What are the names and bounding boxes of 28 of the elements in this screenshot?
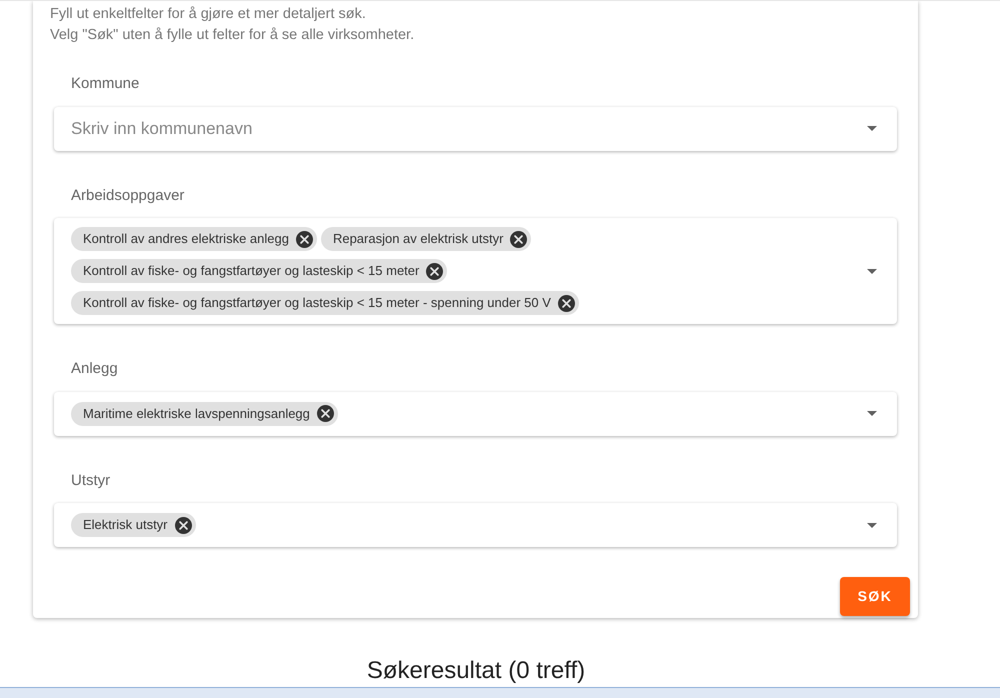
field-label: Kommune xyxy=(71,74,140,94)
remove-icon[interactable] xyxy=(426,262,444,280)
field-label: Arbeidsoppgaver xyxy=(71,186,186,206)
remove-icon[interactable] xyxy=(510,230,528,248)
select-field[interactable]: Skriv inn kommunenavn xyxy=(54,106,897,150)
field-placeholder: Skriv inn kommunenavn xyxy=(71,118,252,140)
field-label: Utstyr xyxy=(71,470,112,490)
select-field[interactable]: Elektrisk utstyr xyxy=(54,503,897,547)
results-heading: Søkeresultat (0 treff) xyxy=(366,656,586,686)
field-label: Anlegg xyxy=(71,359,119,379)
remove-icon[interactable] xyxy=(174,516,192,534)
select-field[interactable] xyxy=(54,218,897,324)
dropdown-caret-icon[interactable] xyxy=(867,522,877,528)
remove-icon[interactable] xyxy=(296,230,313,248)
selected-chip[interactable]: Elektrisk utstyr xyxy=(71,513,196,537)
intro-text: Fyll ut enkeltfelter for å gjøre et mer detaljert søk. xyxy=(50,5,367,24)
dropdown-caret-icon[interactable] xyxy=(867,126,877,131)
select-field[interactable]: Maritime elektriske lavspenningsanlegg xyxy=(54,392,897,436)
dropdown-caret-icon[interactable] xyxy=(867,268,877,274)
remove-icon[interactable] xyxy=(316,405,334,422)
selected-chip[interactable]: Kontroll av fiske- og fangstfartøyer og lasteskip < 15 meter xyxy=(71,259,448,283)
selected-chip[interactable]: Kontroll av andres elektriske anlegg xyxy=(71,227,317,251)
selected-chip[interactable]: Reparasjon av elektrisk utstyr xyxy=(320,227,532,251)
remove-icon[interactable] xyxy=(558,294,575,312)
dropdown-caret-icon[interactable] xyxy=(867,411,877,416)
selected-chip[interactable]: Maritime elektriske lavspenningsanlegg xyxy=(71,402,338,426)
selected-chip[interactable]: Kontroll av fiske- og fangstfartøyer og lasteskip < 15 meter - spenning under 50 V xyxy=(71,291,579,315)
intro-text: Velg "Søk" uten å fylle ut felter for å se alle virksomheter. xyxy=(50,26,416,45)
